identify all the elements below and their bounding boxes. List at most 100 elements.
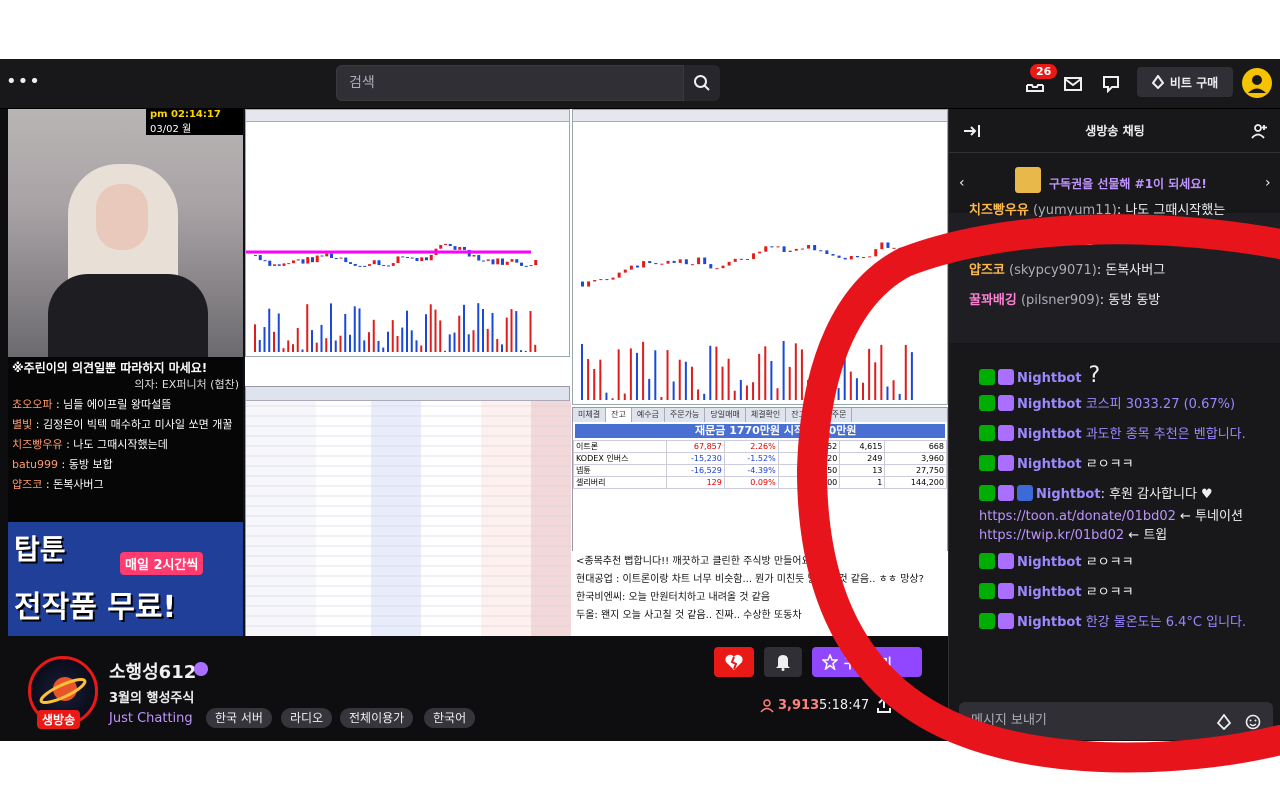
- volume-bar: [813, 378, 816, 400]
- volume-bar: [623, 393, 626, 400]
- candle: [721, 265, 725, 269]
- chat-username[interactable]: Nightbot: [1036, 487, 1101, 502]
- candle: [282, 263, 286, 266]
- candle: [660, 263, 664, 265]
- chat-username[interactable]: Nightbot: [1017, 615, 1082, 630]
- candle: [534, 259, 538, 266]
- volume-bar: [581, 344, 583, 400]
- chat-message: batu999 : 동방 보합: [969, 229, 1279, 248]
- search-input[interactable]: 검색: [336, 65, 684, 101]
- chat-username[interactable]: Nightbot: [1017, 457, 1082, 472]
- chevron-right-icon[interactable]: ›: [1265, 175, 1271, 191]
- candle: [855, 255, 859, 258]
- emote-picker-button[interactable]: [1245, 714, 1261, 734]
- whispers-button[interactable]: [1098, 71, 1124, 97]
- share-button[interactable]: [876, 696, 892, 718]
- tag-chip[interactable]: 전체이용가: [340, 708, 414, 728]
- candle: [463, 246, 466, 250]
- volume-bar: [453, 332, 456, 352]
- verified-icon: [194, 662, 208, 676]
- volume-bar: [372, 319, 375, 352]
- moderator-badge-icon: [979, 369, 995, 385]
- bits-button[interactable]: [1216, 713, 1232, 734]
- channel-name[interactable]: 소행성612: [109, 658, 196, 684]
- candle: [382, 265, 386, 267]
- community-button[interactable]: [1251, 122, 1269, 144]
- chat-username[interactable]: 얍즈코: [969, 263, 1005, 278]
- buy-bits-button[interactable]: 비트 구매: [1137, 67, 1233, 97]
- volume-bar: [904, 344, 907, 400]
- volume-bar: [874, 362, 877, 400]
- webcam-feed: pm 02:14:17 03/02 월: [8, 109, 243, 359]
- portfolio-row: KODEX 인버스 -15,230 -1.52% 4,020 249 3,960: [573, 452, 947, 465]
- candle: [453, 246, 457, 250]
- candle: [510, 259, 514, 262]
- candle: [344, 257, 348, 263]
- candlestick-chart-left: [245, 109, 570, 357]
- volume-bar: [339, 335, 342, 352]
- candle: [529, 265, 533, 267]
- candle: [739, 258, 743, 260]
- portfolio-tab[interactable]: 잔고확인: [786, 408, 827, 422]
- more-button[interactable]: •••: [6, 71, 41, 92]
- candle: [254, 255, 257, 257]
- donation-link[interactable]: https://twip.kr/01bd02: [979, 528, 1124, 543]
- chat-username[interactable]: 꿀꽈배깅: [969, 293, 1017, 308]
- portfolio-tab[interactable]: 예수금: [632, 408, 665, 422]
- overlay-chat-lines: 쵸오오파 : 님들 에이프릴 왕따설뜸 별빛 : 김정은이 빅텍 매수하고 미사일…: [12, 396, 239, 492]
- volume-bar: [794, 343, 797, 400]
- donation-link-label: ← 트윕: [1124, 528, 1168, 543]
- video-player[interactable]: pm 02:14:17 03/02 월 ※주린이의 의견일뿐 따라하지 마세요!…: [8, 109, 948, 636]
- candle: [672, 260, 676, 263]
- chat-username[interactable]: Nightbot: [1017, 397, 1082, 412]
- donation-link[interactable]: https://toon.at/donate/01bd02: [979, 509, 1176, 524]
- chat-username[interactable]: Nightbot: [1017, 371, 1082, 386]
- chat-message: Nightbot 한강 물온도는 6.4°C 입니다.: [979, 611, 1280, 630]
- donation-link-label: ← 투네이션: [1175, 509, 1243, 524]
- portfolio-tab[interactable]: 당일매매: [705, 408, 746, 422]
- overlay-chat-text: : 나도 그때시작했는데: [62, 438, 168, 451]
- tag-chip[interactable]: 한국어: [424, 708, 476, 728]
- chat-username[interactable]: Nightbot: [1017, 585, 1082, 600]
- chat-username[interactable]: Nightbot: [1017, 555, 1082, 570]
- candle: [491, 259, 495, 265]
- tag-chip[interactable]: 라디오: [281, 708, 333, 728]
- portfolio-tab[interactable]: 주문: [827, 408, 853, 422]
- candle: [292, 260, 295, 264]
- chat-message: Nightbot ㄹㅇㅋㅋ: [979, 453, 1280, 472]
- more-options-button[interactable]: [909, 696, 917, 718]
- toptoon-ad-banner: 탑툰 매일 2시간씩 전작품 무료!: [8, 522, 243, 636]
- chat-text: : 후원 감사합니다 ♥: [1100, 487, 1213, 502]
- portfolio-tab[interactable]: 잔고: [606, 408, 632, 422]
- tag-chip[interactable]: 한국 서버: [206, 708, 272, 728]
- chat-user-id: (skypcy9071): [1004, 263, 1097, 278]
- whispers-mail-button[interactable]: [1060, 71, 1086, 97]
- unfollow-button[interactable]: [714, 647, 754, 677]
- search-button[interactable]: [684, 65, 720, 101]
- subscribe-button[interactable]: 구독하기: [812, 647, 922, 677]
- user-avatar[interactable]: [1242, 68, 1272, 98]
- candle: [807, 245, 811, 249]
- category-link[interactable]: Just Chatting: [109, 711, 193, 726]
- chat-message: Nightbot ?: [979, 363, 1280, 388]
- notification-badge: 26: [1030, 64, 1058, 79]
- candle: [605, 279, 609, 281]
- candle: [268, 260, 272, 266]
- chat-username[interactable]: Nightbot: [1017, 427, 1082, 442]
- donation-link-line: https://toon.at/donate/01bd02 ← 투네이션: [979, 505, 1280, 524]
- banner-tag: 매일 2시간씩: [120, 552, 204, 575]
- volume-bar: [406, 310, 408, 352]
- chat-username[interactable]: 치즈빵우유: [969, 203, 1029, 218]
- portfolio-tab[interactable]: 미체결: [573, 408, 607, 422]
- overlay-warning: ※주린이의 의견일뿐 따라하지 마세요!: [12, 361, 208, 375]
- notifications-bell-button[interactable]: [764, 647, 802, 677]
- portfolio-cell: 143,700: [777, 476, 841, 489]
- portfolio-tab[interactable]: 체결확인: [746, 408, 787, 422]
- volume-bar: [387, 331, 389, 352]
- chat-text: ㄹㅇㅋㅋ: [1081, 555, 1134, 570]
- portfolio-tab[interactable]: 주문가능: [665, 408, 706, 422]
- volume-bar: [758, 353, 761, 400]
- candle: [782, 246, 786, 253]
- chat-username[interactable]: batu999: [969, 233, 1030, 248]
- chevron-left-icon[interactable]: ‹: [959, 175, 965, 191]
